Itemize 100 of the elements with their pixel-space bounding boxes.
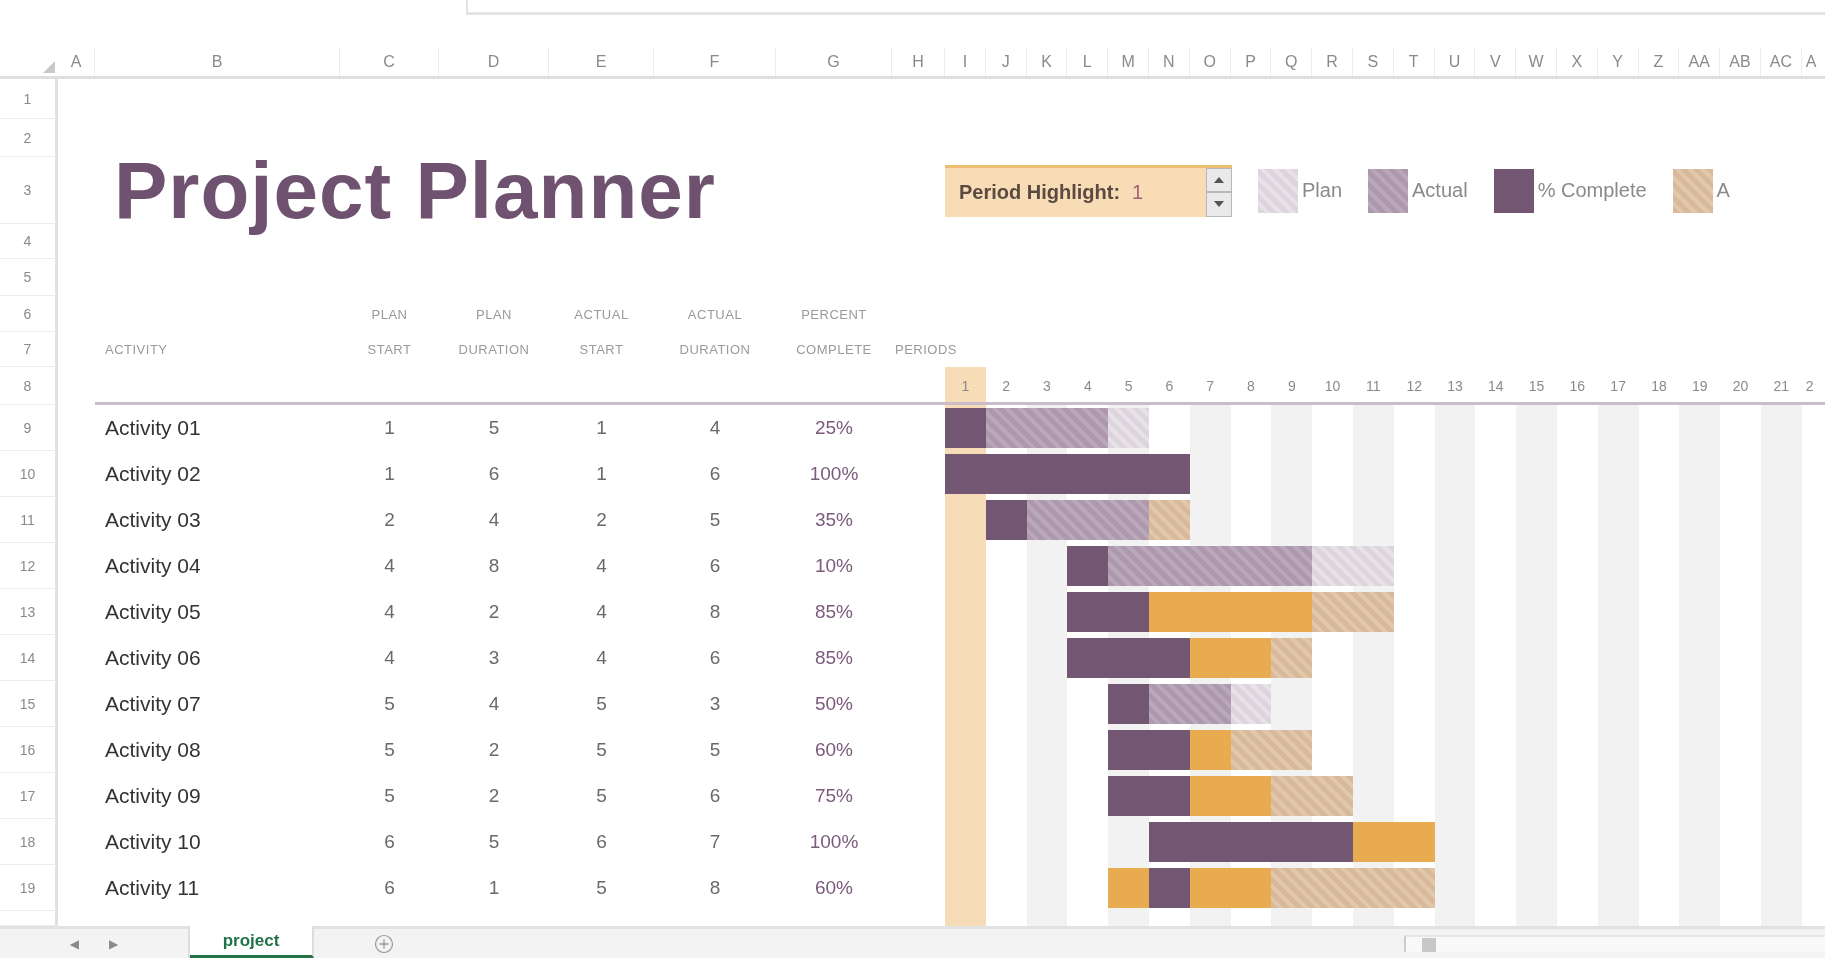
column-header[interactable]: H — [892, 48, 945, 76]
spinner-value: 1 — [1132, 180, 1144, 204]
column-header[interactable]: E — [549, 48, 654, 76]
row-header[interactable]: 17 — [0, 773, 58, 819]
period-number: 11 — [1365, 377, 1382, 396]
percent-cell-text: 35% — [814, 508, 854, 532]
column-header[interactable]: J — [985, 48, 1027, 76]
column-header[interactable]: Q — [1271, 48, 1313, 76]
column-header[interactable]: N — [1149, 48, 1190, 76]
actual-swatch — [1368, 168, 1409, 213]
number-cell-text: 4 — [487, 508, 501, 532]
period-number: 2 — [1804, 377, 1815, 396]
number-cell-text: 7 — [708, 830, 722, 854]
horizontal-scrollbar[interactable] — [1404, 935, 1825, 952]
percent-cell-text: 85% — [814, 646, 854, 670]
column-header[interactable]: Y — [1597, 48, 1639, 76]
period-number: 19 — [1690, 377, 1709, 396]
column-header[interactable]: Z — [1638, 48, 1680, 76]
column-heading: ACTIVITY — [104, 341, 169, 359]
row-header[interactable]: 1 — [0, 79, 58, 119]
column-header[interactable]: I — [945, 48, 986, 76]
caret-down-icon — [1214, 201, 1224, 208]
column-header[interactable]: G — [776, 48, 892, 76]
number-cell-text: 4 — [383, 600, 396, 624]
number-cell-text: 3 — [487, 646, 501, 670]
column-header[interactable]: W — [1516, 48, 1557, 76]
number-cell-text: 6 — [383, 830, 396, 854]
period-number: 2 — [1001, 377, 1012, 396]
number-cell-text: 1 — [383, 462, 396, 486]
column-header[interactable]: F — [654, 48, 776, 76]
row-header[interactable]: 4 — [0, 224, 58, 259]
column-header[interactable]: A — [58, 48, 95, 76]
column-header[interactable]: T — [1393, 48, 1435, 76]
column-header[interactable]: S — [1352, 48, 1394, 76]
row-header[interactable]: 16 — [0, 727, 58, 773]
row-header[interactable]: 13 — [0, 589, 58, 635]
row-header[interactable]: 9 — [0, 405, 58, 451]
column-header[interactable]: D — [439, 48, 549, 76]
number-cell-text: 2 — [383, 508, 396, 532]
number-cell-text: 1 — [383, 416, 396, 440]
percent-cell-text: 50% — [814, 692, 854, 716]
row-header[interactable]: 7 — [0, 332, 58, 367]
column-header[interactable]: AB — [1720, 48, 1761, 76]
number-cell-text: 5 — [708, 738, 722, 762]
percent-cell-text: 85% — [814, 600, 854, 624]
row-header[interactable]: 5 — [0, 259, 58, 296]
number-cell-text: 4 — [595, 600, 608, 624]
percent-cell-text: 100% — [808, 462, 860, 486]
row-header[interactable]: 10 — [0, 451, 58, 497]
row-header[interactable]: 8 — [0, 367, 58, 405]
spin-down-button[interactable] — [1206, 192, 1232, 217]
complete-beyond-plan-bar — [1108, 868, 1149, 908]
column-header[interactable]: V — [1475, 48, 1517, 76]
column-heading: ACTUAL START — [573, 305, 630, 359]
column-header[interactable]: U — [1434, 48, 1476, 76]
column-header[interactable]: AC — [1760, 48, 1802, 76]
column-header[interactable]: B — [95, 48, 340, 76]
number-cell-text: 5 — [383, 692, 396, 716]
number-cell-text: 5 — [595, 784, 608, 808]
row-header[interactable]: 18 — [0, 819, 58, 865]
row-header[interactable]: 3 — [0, 157, 58, 224]
caret-up-icon — [1214, 176, 1224, 183]
column-header[interactable]: AA — [1679, 48, 1721, 76]
period-highlight-spinner[interactable]: Period Highlight: 1 — [945, 164, 1232, 217]
activity-name: Activity 02 — [104, 461, 202, 487]
number-cell-text: 5 — [383, 738, 396, 762]
row-header[interactable]: 14 — [0, 635, 58, 681]
column-header[interactable]: P — [1230, 48, 1272, 76]
row-header[interactable]: 2 — [0, 119, 58, 157]
period-number: 3 — [1042, 377, 1052, 396]
complete-bar — [1067, 546, 1109, 586]
sheet-tab[interactable]: project — [190, 926, 314, 958]
period-number: 21 — [1772, 377, 1791, 396]
column-header[interactable]: O — [1189, 48, 1231, 76]
plan-bar — [1108, 408, 1149, 448]
formula-bar[interactable] — [466, 0, 1825, 15]
column-header[interactable]: R — [1312, 48, 1353, 76]
column-header[interactable]: X — [1556, 48, 1598, 76]
column-header[interactable]: L — [1067, 48, 1109, 76]
column-header[interactable]: K — [1026, 48, 1068, 76]
column-header[interactable]: A — [1801, 48, 1825, 76]
row-header[interactable]: 15 — [0, 681, 58, 727]
complete-bar — [1149, 868, 1190, 908]
sheet-nav-button[interactable]: ▶ — [109, 936, 119, 951]
row-header[interactable]: 6 — [0, 296, 58, 332]
column-header[interactable]: M — [1108, 48, 1149, 76]
activity-name: Activity 07 — [104, 691, 202, 717]
row-header[interactable]: 12 — [0, 543, 58, 589]
legend-label: A — [1716, 179, 1730, 202]
column-header[interactable]: C — [340, 48, 439, 76]
column-heading: PLAN START — [366, 305, 413, 359]
percent-cell-text: 10% — [814, 554, 854, 578]
row-header[interactable]: 19 — [0, 865, 58, 911]
scrollbar-thumb[interactable] — [1422, 937, 1436, 952]
add-sheet-icon[interactable] — [374, 933, 394, 954]
spin-up-button[interactable] — [1206, 167, 1232, 192]
row-header[interactable]: 11 — [0, 497, 58, 543]
sheet-nav-button[interactable]: ◀ — [69, 936, 79, 951]
complete-bar — [1108, 684, 1149, 724]
plan-bar — [1230, 684, 1272, 724]
